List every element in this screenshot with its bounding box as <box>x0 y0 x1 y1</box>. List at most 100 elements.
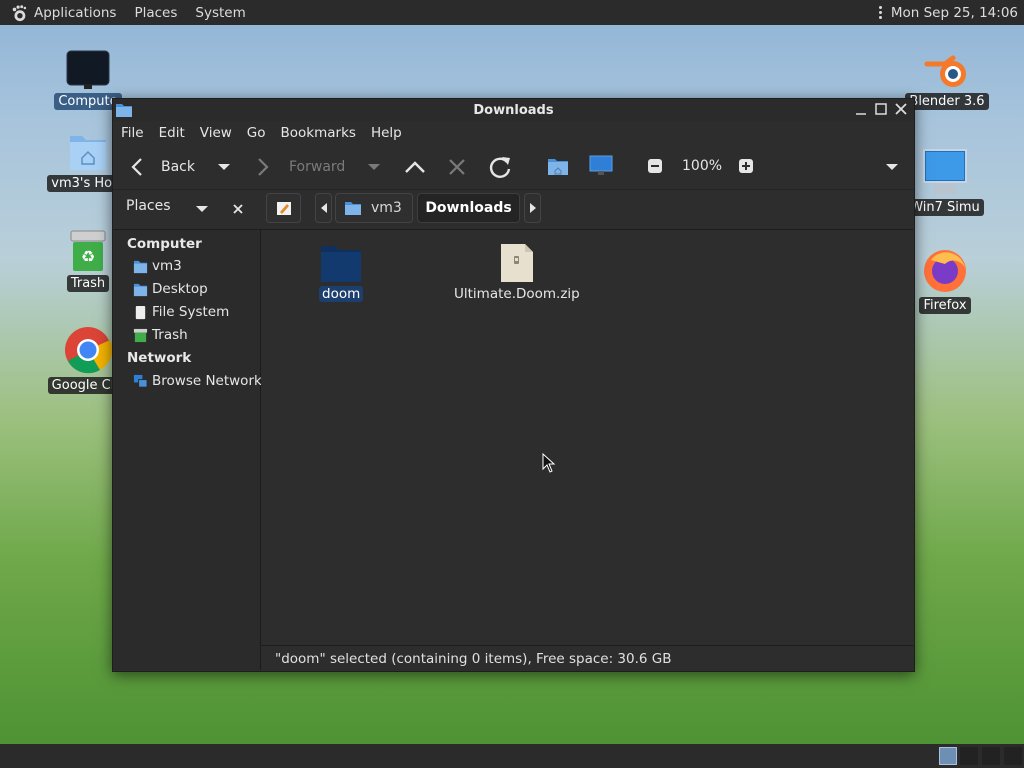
file-view[interactable]: doom Ultimate.Doom.zip <box>261 229 913 644</box>
zip-archive-icon <box>500 244 533 282</box>
sidebar-item-label: Desktop <box>152 281 208 297</box>
sidebar-item-vm3[interactable]: vm3 <box>133 258 182 274</box>
firefox-icon <box>924 250 966 292</box>
computer-icon <box>66 50 110 89</box>
status-text: "doom" selected (containing 0 items), Fr… <box>275 650 672 667</box>
caret-left-icon <box>320 203 327 213</box>
clock[interactable]: Mon Sep 25, 14:06 <box>891 5 1018 21</box>
breadcrumb-vm3[interactable]: vm3 <box>335 193 413 223</box>
menu-edit[interactable]: Edit <box>159 125 185 141</box>
sidebar: Computer vm3 Desktop File System Trash N… <box>113 229 262 670</box>
zoom-in-icon[interactable] <box>738 158 754 174</box>
desktop-icon-label: Trash <box>66 275 110 292</box>
sidebar-item-label: vm3 <box>152 258 182 274</box>
window-title: Downloads <box>473 102 554 118</box>
file-manager-window: Downloads File Edit View Go Bookmarks He… <box>112 98 915 672</box>
sidebar-item-label: File System <box>152 304 230 320</box>
chevron-left-icon <box>131 158 142 176</box>
desktop-icon-label: Blender 3.6 <box>905 93 989 110</box>
svg-text:♻: ♻ <box>81 247 95 266</box>
home-folder-icon <box>133 260 148 273</box>
sidebar-item-trash[interactable]: Trash <box>133 327 188 343</box>
sidebar-pane-selector[interactable]: Places <box>126 198 171 214</box>
back-history-dropdown-icon[interactable] <box>217 162 231 172</box>
desktop-icon-blender[interactable]: Blender 3.6 <box>902 50 992 110</box>
folder-icon <box>321 246 362 282</box>
workspace-3[interactable] <box>982 747 1000 765</box>
path-scroll-left-button[interactable] <box>315 193 332 223</box>
toolbar: Back Forward 100% <box>113 145 914 189</box>
top-panel: Applications Places System Mon Sep 25, 1… <box>0 0 1024 25</box>
back-button[interactable]: Back <box>129 157 195 177</box>
win7-icon <box>923 149 967 194</box>
menubar: File Edit View Go Bookmarks Help <box>113 121 914 145</box>
reload-icon[interactable] <box>487 155 513 179</box>
sidebar-header-network: Network <box>127 350 192 366</box>
drive-icon <box>135 305 146 319</box>
file-name: Ultimate.Doom.zip <box>454 286 580 302</box>
bottom-panel <box>0 744 1024 768</box>
trash-icon: ♻ <box>70 230 106 271</box>
breadcrumb-downloads[interactable]: Downloads <box>417 193 520 223</box>
toolbar-overflow-dropdown-icon[interactable] <box>885 162 899 172</box>
breadcrumb-label: Downloads <box>425 200 512 216</box>
status-bar: "doom" selected (containing 0 items), Fr… <box>261 645 913 671</box>
chevron-right-icon <box>258 158 269 176</box>
sidebar-item-label: Trash <box>152 327 188 343</box>
trash-icon <box>133 328 148 342</box>
overflow-menu-icon[interactable] <box>878 6 883 19</box>
folder-window-icon <box>116 104 132 117</box>
stop-icon[interactable] <box>447 157 467 177</box>
network-icon <box>133 374 148 388</box>
close-sidebar-icon[interactable] <box>232 203 244 215</box>
path-scroll-right-button[interactable] <box>524 193 541 223</box>
sidebar-item-file-system[interactable]: File System <box>133 304 229 320</box>
sidebar-item-desktop[interactable]: Desktop <box>133 281 208 297</box>
system-menu[interactable]: System <box>195 5 245 21</box>
desktop-folder-icon <box>133 283 148 296</box>
file-name: doom <box>319 286 364 302</box>
zoom-level: 100% <box>682 158 723 174</box>
mouse-pointer-icon <box>542 453 556 473</box>
up-arrow-icon[interactable] <box>403 157 427 177</box>
file-item-doom[interactable]: doom <box>319 242 364 302</box>
gnome-foot-icon[interactable] <box>10 4 28 22</box>
forward-history-dropdown-icon[interactable] <box>367 162 381 172</box>
maximize-icon[interactable] <box>874 102 888 116</box>
chrome-icon <box>65 327 112 374</box>
applications-menu[interactable]: Applications <box>34 5 116 21</box>
menu-view[interactable]: View <box>200 125 232 141</box>
places-menu[interactable]: Places <box>134 5 177 21</box>
workspace-1[interactable] <box>939 747 957 765</box>
location-bar: Places vm3 Downloads <box>113 189 914 230</box>
chevron-down-icon[interactable] <box>195 204 209 214</box>
blender-icon <box>924 55 966 87</box>
computer-toolbar-icon[interactable] <box>589 155 613 177</box>
home-folder-icon <box>70 136 106 170</box>
breadcrumb-label: vm3 <box>371 200 402 216</box>
desktop-icon-label: Firefox <box>919 297 971 314</box>
workspace-2[interactable] <box>960 747 978 765</box>
close-icon[interactable] <box>894 102 908 116</box>
back-label: Back <box>161 159 195 175</box>
sidebar-header-computer: Computer <box>127 236 202 252</box>
home-folder-icon <box>345 202 361 215</box>
menu-bookmarks[interactable]: Bookmarks <box>281 125 356 141</box>
edit-location-icon <box>276 202 291 215</box>
caret-right-icon <box>529 203 536 213</box>
sidebar-item-browse-network[interactable]: Browse Network <box>133 373 262 389</box>
zoom-out-icon[interactable] <box>647 158 663 174</box>
file-item-ultimate-doom-zip[interactable]: Ultimate.Doom.zip <box>451 242 583 302</box>
forward-label: Forward <box>289 159 346 175</box>
toggle-location-entry-button[interactable] <box>266 193 301 223</box>
window-titlebar[interactable]: Downloads <box>113 99 914 121</box>
menu-file[interactable]: File <box>121 125 144 141</box>
menu-go[interactable]: Go <box>247 125 266 141</box>
sidebar-item-label: Browse Network <box>152 373 262 389</box>
forward-button[interactable]: Forward <box>255 157 345 177</box>
workspace-4[interactable] <box>1004 747 1022 765</box>
menu-help[interactable]: Help <box>371 125 402 141</box>
minimize-icon[interactable] <box>854 102 868 116</box>
home-icon[interactable] <box>547 156 569 176</box>
desktop-icon-label: Win7 Simu <box>906 199 984 216</box>
